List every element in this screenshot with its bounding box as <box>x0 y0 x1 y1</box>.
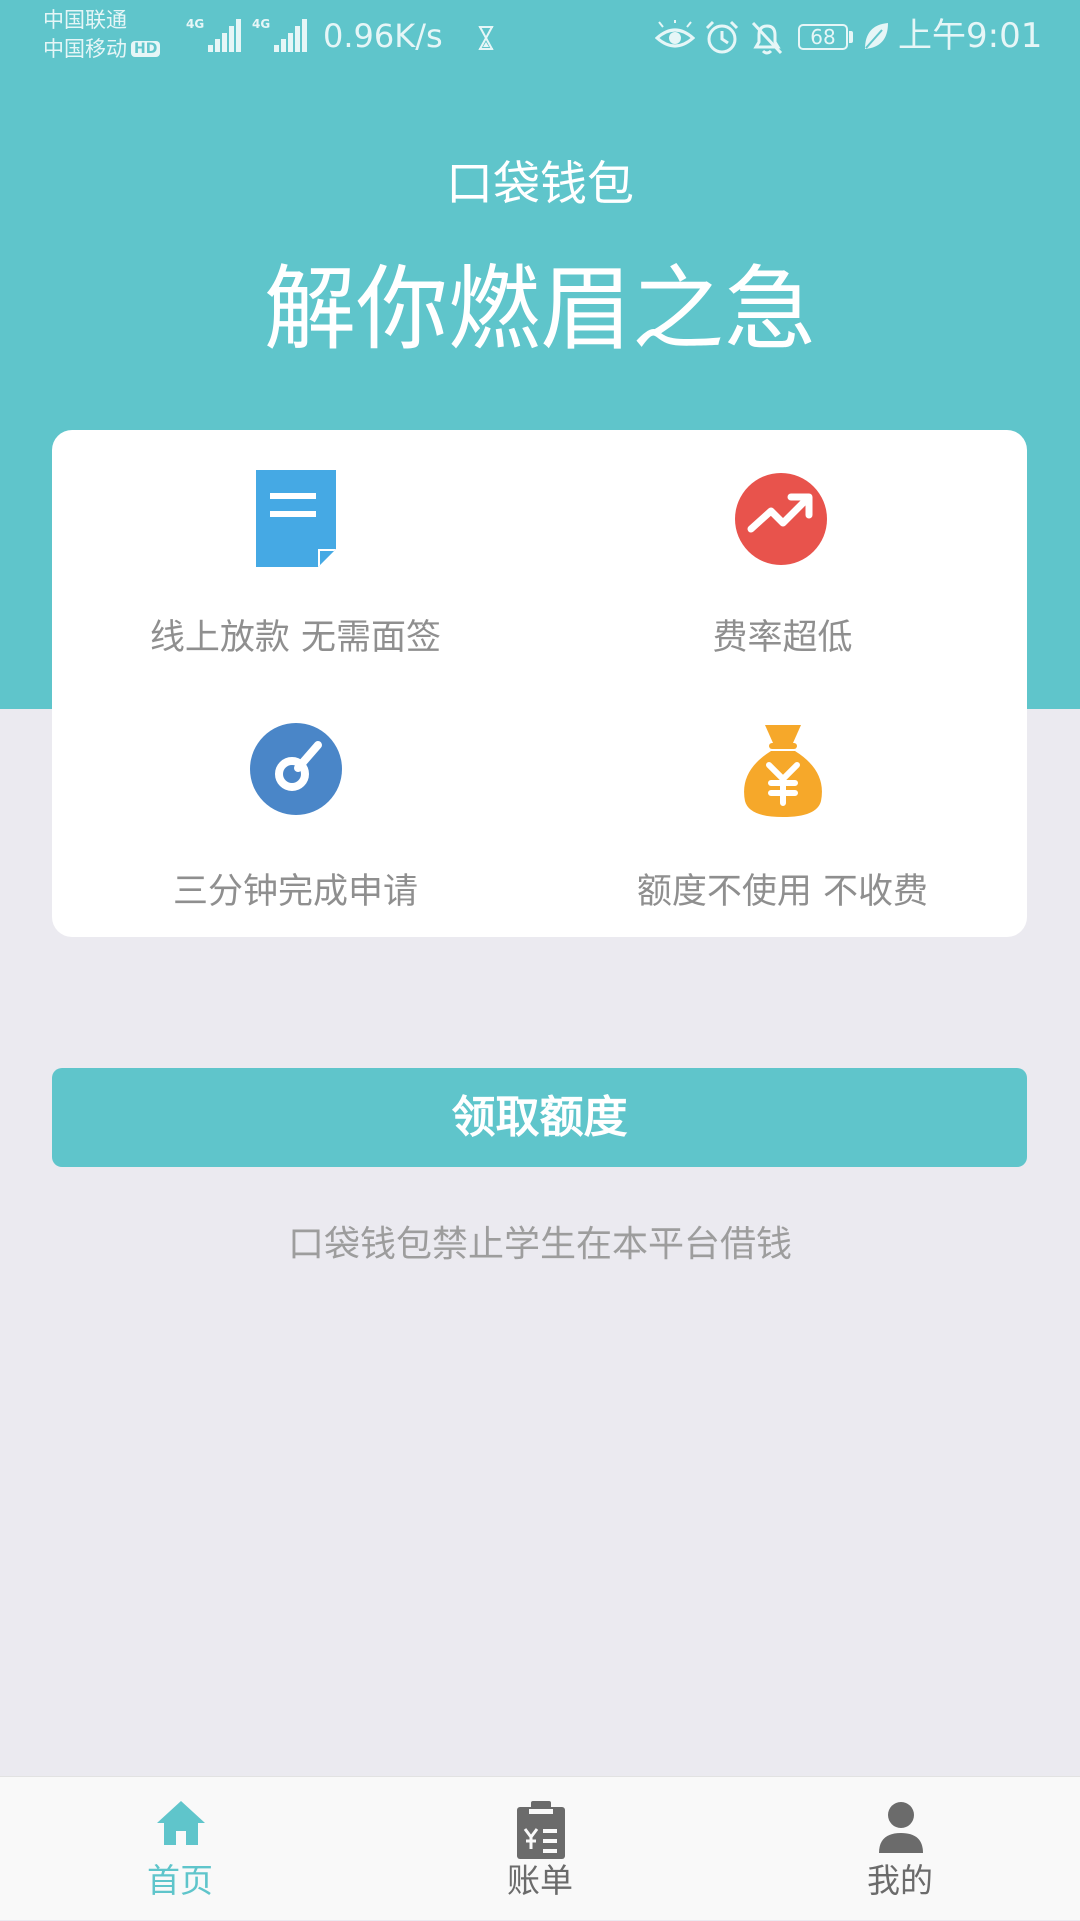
battery-indicator: 68 <box>798 24 848 50</box>
signal-tag-1: 4G <box>186 17 205 31</box>
nav-item-bill[interactable]: 账单 <box>440 1777 640 1921</box>
carrier-2-row: 中国移动 HD <box>43 35 161 64</box>
trend-up-icon <box>735 473 827 565</box>
bill-icon <box>517 1801 565 1859</box>
feature-label: 线上放款 无需面签 <box>149 618 442 658</box>
bottom-nav: 首页 账单 我的 <box>0 1776 1080 1920</box>
feature-icon-wrap <box>539 721 1026 831</box>
bell-off-icon <box>751 21 783 55</box>
carrier-1: 中国联通 <box>43 8 127 32</box>
disclaimer-text: 口袋钱包禁止学生在本平台借钱 <box>287 1224 792 1265</box>
feature-icon-wrap <box>539 467 1026 577</box>
signal-strength-icon-2: 4G <box>252 16 308 60</box>
nav-label: 首页 <box>147 1861 213 1900</box>
feature-card: 线上放款 无需面签 费率超低 三分钟完成申请 额度不使用 不收费 <box>52 430 1027 937</box>
nav-item-home[interactable]: 首页 <box>80 1777 280 1921</box>
hd-badge: HD <box>131 41 161 57</box>
carrier-2: 中国移动 <box>43 37 127 61</box>
claim-credit-button[interactable]: 领取额度 <box>52 1068 1027 1167</box>
signal-tag-2: 4G <box>252 17 271 31</box>
user-icon <box>879 1802 923 1853</box>
home-icon <box>157 1801 205 1845</box>
signal-strength-icon: 4G <box>186 16 242 60</box>
leaf-icon <box>865 23 888 49</box>
slogan: 解你燃眉之急 <box>263 256 816 363</box>
status-bar: 中国联通 中国移动 HD 4G 4G 0.96K/s 68 上午9:01 <box>0 0 1080 76</box>
carrier-info: 中国联通 中国移动 HD <box>43 6 161 64</box>
battery-nub <box>849 31 853 43</box>
feature-label: 三分钟完成申请 <box>172 872 418 912</box>
speed-dial-icon <box>250 723 342 815</box>
feature-icon-wrap <box>52 721 539 831</box>
money-bag-icon <box>744 725 822 817</box>
status-clock: 上午9:01 <box>898 16 1043 56</box>
nav-label: 我的 <box>867 1861 933 1900</box>
nav-item-mine[interactable]: 我的 <box>800 1777 1000 1921</box>
alarm-icon <box>705 20 739 54</box>
nav-label: 账单 <box>507 1861 573 1900</box>
eye-icon <box>655 20 695 48</box>
feature-label: 额度不使用 不收费 <box>636 872 929 912</box>
feature-icon-wrap <box>52 467 539 577</box>
feature-label: 费率超低 <box>712 618 853 658</box>
hourglass-icon <box>478 26 494 50</box>
network-speed: 0.96K/s <box>323 17 443 55</box>
app-title: 口袋钱包 <box>446 157 634 212</box>
document-icon <box>256 470 336 567</box>
